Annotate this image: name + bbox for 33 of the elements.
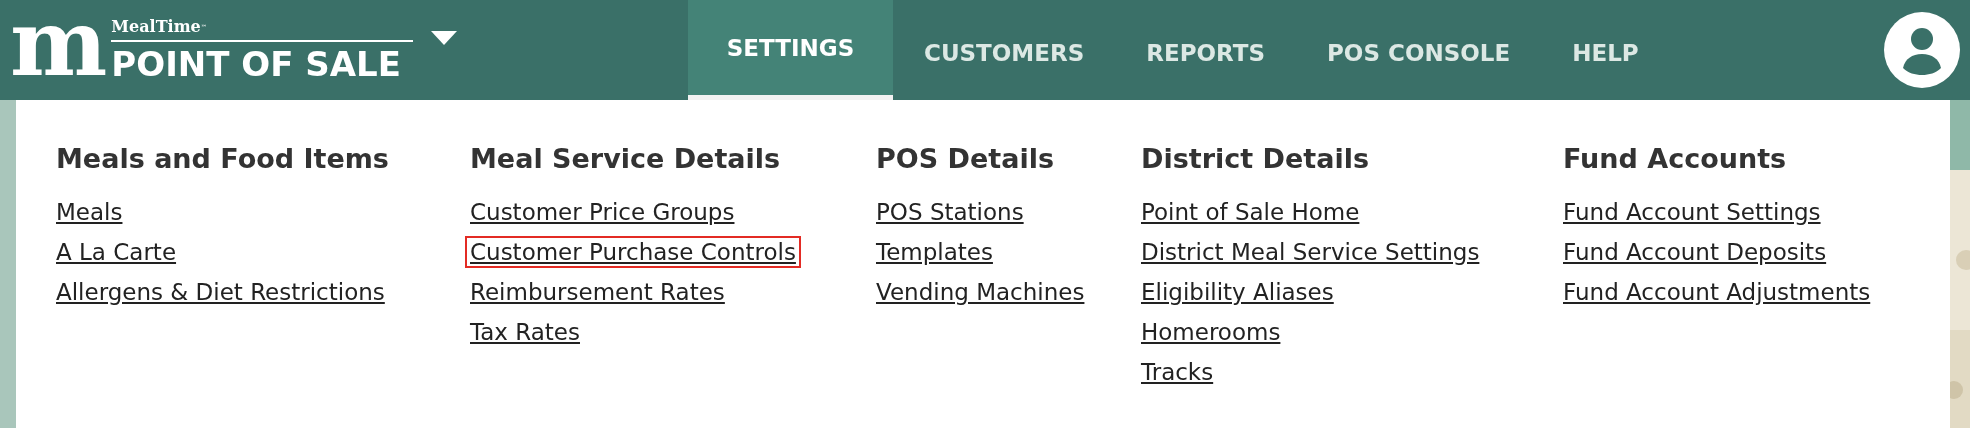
menu-link[interactable]: Fund Account Adjustments — [1558, 276, 1876, 308]
menu-link[interactable]: POS Stations — [871, 196, 1029, 228]
nav-tab[interactable]: HELP — [1541, 0, 1670, 100]
column-heading: Meal Service Details — [470, 145, 781, 172]
menu-link[interactable]: Customer Purchase Controls — [465, 236, 801, 268]
menu-link[interactable]: Homerooms — [1136, 316, 1286, 348]
menu-link[interactable]: Fund Account Settings — [1558, 196, 1826, 228]
column-heading: District Details — [1141, 145, 1369, 172]
menu-link[interactable]: Tracks — [1136, 356, 1219, 388]
menu-link[interactable]: Tax Rates — [465, 316, 585, 348]
menu-link[interactable]: Customer Price Groups — [465, 196, 740, 228]
nav-tab[interactable]: SETTINGS — [688, 0, 893, 100]
logo-mark: m — [10, 0, 102, 89]
column-heading: POS Details — [876, 145, 1055, 172]
product-name: POINT OF SALE — [111, 47, 402, 81]
nav-tab[interactable]: POS CONSOLE — [1296, 0, 1542, 100]
menu-link[interactable]: Meals — [51, 196, 128, 228]
column-heading: Fund Accounts — [1563, 145, 1787, 172]
menu-link[interactable]: Templates — [871, 236, 998, 268]
brand-name: MealTime$^{™}$ — [111, 19, 208, 35]
nav-tab[interactable]: CUSTOMERS — [893, 0, 1116, 100]
menu-link[interactable]: Fund Account Deposits — [1558, 236, 1832, 268]
menu-link[interactable]: A La Carte — [51, 236, 182, 268]
caret-icon[interactable] — [431, 31, 458, 47]
menu-link[interactable]: Vending Machines — [871, 276, 1090, 308]
menu-link[interactable]: District Meal Service Settings — [1136, 236, 1485, 268]
menu-link[interactable]: Reimbursement Rates — [465, 276, 730, 308]
menu-link[interactable]: Eligibility Aliases — [1136, 276, 1339, 308]
nav-tab[interactable]: REPORTS — [1115, 0, 1296, 100]
avatar-icon[interactable] — [1884, 12, 1960, 88]
column-heading: Meals and Food Items — [56, 145, 389, 172]
menu-link[interactable]: Point of Sale Home — [1136, 196, 1365, 228]
menu-link[interactable]: Allergens & Diet Restrictions — [51, 276, 390, 308]
